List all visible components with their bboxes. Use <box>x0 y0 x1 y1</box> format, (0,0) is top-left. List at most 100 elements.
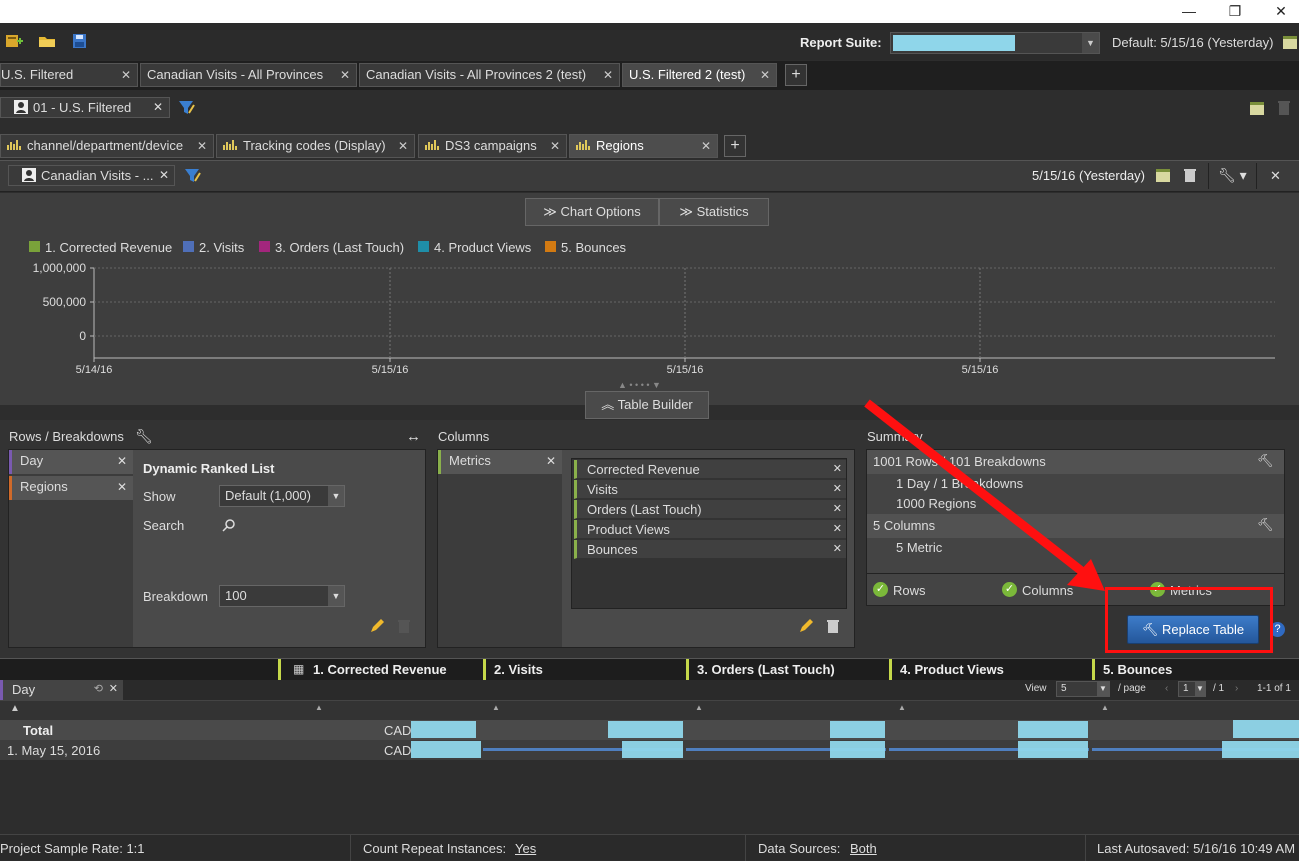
add-report-tab-button[interactable]: + <box>724 135 746 157</box>
close-icon[interactable]: ✕ <box>109 680 118 699</box>
tab-canadian-visits-2[interactable]: Canadian Visits - All Provinces 2 (test)… <box>359 63 620 87</box>
row-dimension-chip[interactable]: Day ⟲ ✕ <box>0 680 123 700</box>
show-select[interactable]: Default (1,000) ▼ <box>219 485 345 507</box>
chevron-down-icon: ▼ <box>1195 682 1205 696</box>
close-window-button[interactable]: ✕ <box>1270 2 1292 20</box>
sort-icon[interactable]: ▲ <box>898 703 906 712</box>
close-icon[interactable]: ✕ <box>833 540 842 559</box>
tab-regions[interactable]: Regions ✕ <box>569 134 718 158</box>
close-icon[interactable]: ✕ <box>546 450 556 472</box>
statistics-button[interactable]: ≫ Statistics <box>659 198 769 226</box>
column-header[interactable]: 2. Visits <box>483 659 688 681</box>
save-icon[interactable] <box>71 33 89 49</box>
tab-us-filtered-2[interactable]: U.S. Filtered 2 (test) ✕ <box>622 63 777 87</box>
metrics-label: Metrics <box>449 453 491 468</box>
close-icon[interactable]: ✕ <box>398 135 408 157</box>
sort-icon[interactable]: ▲ <box>1101 703 1109 712</box>
calendar-icon[interactable] <box>1281 33 1299 51</box>
row-item-label: Day <box>20 453 44 468</box>
close-icon[interactable]: ✕ <box>760 64 770 86</box>
table-row[interactable]: 1. May 15, 2016 CAD <box>0 740 1299 760</box>
segment-label: Canadian Visits - ... <box>41 168 154 183</box>
tab-us-filtered[interactable]: U.S. Filtered ✕ <box>0 63 138 87</box>
close-icon[interactable]: ✕ <box>159 166 169 185</box>
tab-canadian-visits[interactable]: Canadian Visits - All Provinces ✕ <box>140 63 357 87</box>
tab-channel-department-device[interactable]: channel/department/device ✕ <box>0 134 214 158</box>
sort-icon[interactable]: ▲ <box>315 703 323 712</box>
calendar-icon[interactable] <box>1155 167 1171 183</box>
bar-chart-icon <box>425 140 439 150</box>
next-page-icon[interactable]: › <box>1235 683 1238 694</box>
add-tab-button[interactable]: + <box>785 64 807 86</box>
legend-item[interactable]: 5. Bounces <box>545 240 626 255</box>
metric-corrected-revenue[interactable]: Corrected Revenue ✕ <box>574 460 846 479</box>
tab-tracking-codes[interactable]: Tracking codes (Display) ✕ <box>216 134 415 158</box>
close-icon[interactable]: ✕ <box>197 135 207 157</box>
calendar-icon[interactable] <box>1249 100 1265 116</box>
close-icon[interactable]: ✕ <box>340 64 350 86</box>
close-icon[interactable]: ✕ <box>833 520 842 539</box>
chevron-down-icon[interactable]: ▼ <box>1082 33 1099 53</box>
close-icon[interactable]: ✕ <box>833 500 842 519</box>
new-project-icon[interactable] <box>5 33 23 49</box>
row-item-day[interactable]: Day ✕ <box>9 450 133 474</box>
metric-product-views[interactable]: Product Views ✕ <box>574 520 846 539</box>
trash-icon[interactable] <box>1183 167 1197 183</box>
metric-visits[interactable]: Visits ✕ <box>574 480 846 499</box>
column-header[interactable]: 5. Bounces <box>1092 659 1299 681</box>
close-panel-icon[interactable]: ✕ <box>1270 168 1281 184</box>
close-icon[interactable]: ✕ <box>833 480 842 499</box>
data-sources-link[interactable]: Both <box>850 841 877 856</box>
close-icon[interactable]: ✕ <box>153 98 163 117</box>
pencil-icon[interactable] <box>369 618 385 634</box>
row-item-regions[interactable]: Regions ✕ <box>9 476 133 500</box>
close-icon[interactable]: ✕ <box>603 64 613 86</box>
filter-icon[interactable] <box>184 167 202 185</box>
close-icon[interactable]: ✕ <box>117 450 127 472</box>
count-repeat-link[interactable]: Yes <box>515 841 536 856</box>
close-icon[interactable]: ✕ <box>833 460 842 479</box>
pencil-icon[interactable] <box>798 618 814 634</box>
sort-icon[interactable]: ▲ <box>492 703 500 712</box>
chart-options-button[interactable]: ≫ Chart Options <box>525 198 659 226</box>
filter-icon[interactable] <box>178 99 196 117</box>
refresh-icon[interactable]: ⟲ <box>94 680 103 699</box>
column-header[interactable]: 3. Orders (Last Touch) <box>686 659 891 681</box>
legend-item[interactable]: 3. Orders (Last Touch) <box>259 240 404 255</box>
main-toolbar <box>0 23 1299 60</box>
search-icon[interactable] <box>222 518 236 532</box>
expand-icon[interactable]: ↔ <box>406 428 421 445</box>
column-header[interactable]: 4. Product Views <box>889 659 1094 681</box>
sort-icon[interactable]: ▲ <box>10 703 20 714</box>
metric-bounces[interactable]: Bounces ✕ <box>574 540 846 559</box>
legend-item[interactable]: 4. Product Views <box>418 240 531 255</box>
close-icon[interactable]: ✕ <box>550 135 560 157</box>
legend-item[interactable]: 2. Visits <box>183 240 244 255</box>
wrench-icon[interactable]: 🔧︎ <box>135 428 153 445</box>
tab-ds3-campaigns[interactable]: DS3 campaigns ✕ <box>418 134 567 158</box>
resize-handle[interactable]: ▲ • • • • ▼ <box>618 380 661 390</box>
open-folder-icon[interactable] <box>38 33 56 49</box>
restore-button[interactable]: ❐ <box>1224 2 1246 20</box>
segment-label: 01 - U.S. Filtered <box>33 100 132 115</box>
prev-page-icon[interactable]: ‹ <box>1165 683 1168 694</box>
metrics-item[interactable]: Metrics ✕ <box>438 450 562 474</box>
legend-item[interactable]: 1. Corrected Revenue <box>29 240 172 255</box>
metric-orders[interactable]: Orders (Last Touch) ✕ <box>574 500 846 519</box>
close-icon[interactable]: ✕ <box>701 135 711 157</box>
page-select[interactable]: 1 ▼ <box>1178 681 1206 697</box>
breakdown-select[interactable]: 100 ▼ <box>219 585 345 607</box>
close-icon[interactable]: ✕ <box>121 64 131 86</box>
trash-icon[interactable] <box>1277 100 1291 116</box>
hammer-icon[interactable]: 🔨︎ <box>1257 517 1274 533</box>
trash-icon[interactable] <box>397 618 411 634</box>
minimize-button[interactable]: — <box>1178 2 1200 20</box>
column-header[interactable]: ▦ 1. Corrected Revenue <box>278 659 483 681</box>
trash-icon[interactable] <box>826 618 840 634</box>
close-icon[interactable]: ✕ <box>117 476 127 498</box>
table-builder-button[interactable]: ︽ Table Builder <box>585 391 709 419</box>
sort-icon[interactable]: ▲ <box>695 703 703 712</box>
view-select[interactable]: 5 ▼ <box>1056 681 1110 697</box>
hammer-icon[interactable]: 🔨︎ <box>1257 453 1274 469</box>
wrench-icon[interactable]: 🔧︎ ▾ <box>1218 167 1247 184</box>
